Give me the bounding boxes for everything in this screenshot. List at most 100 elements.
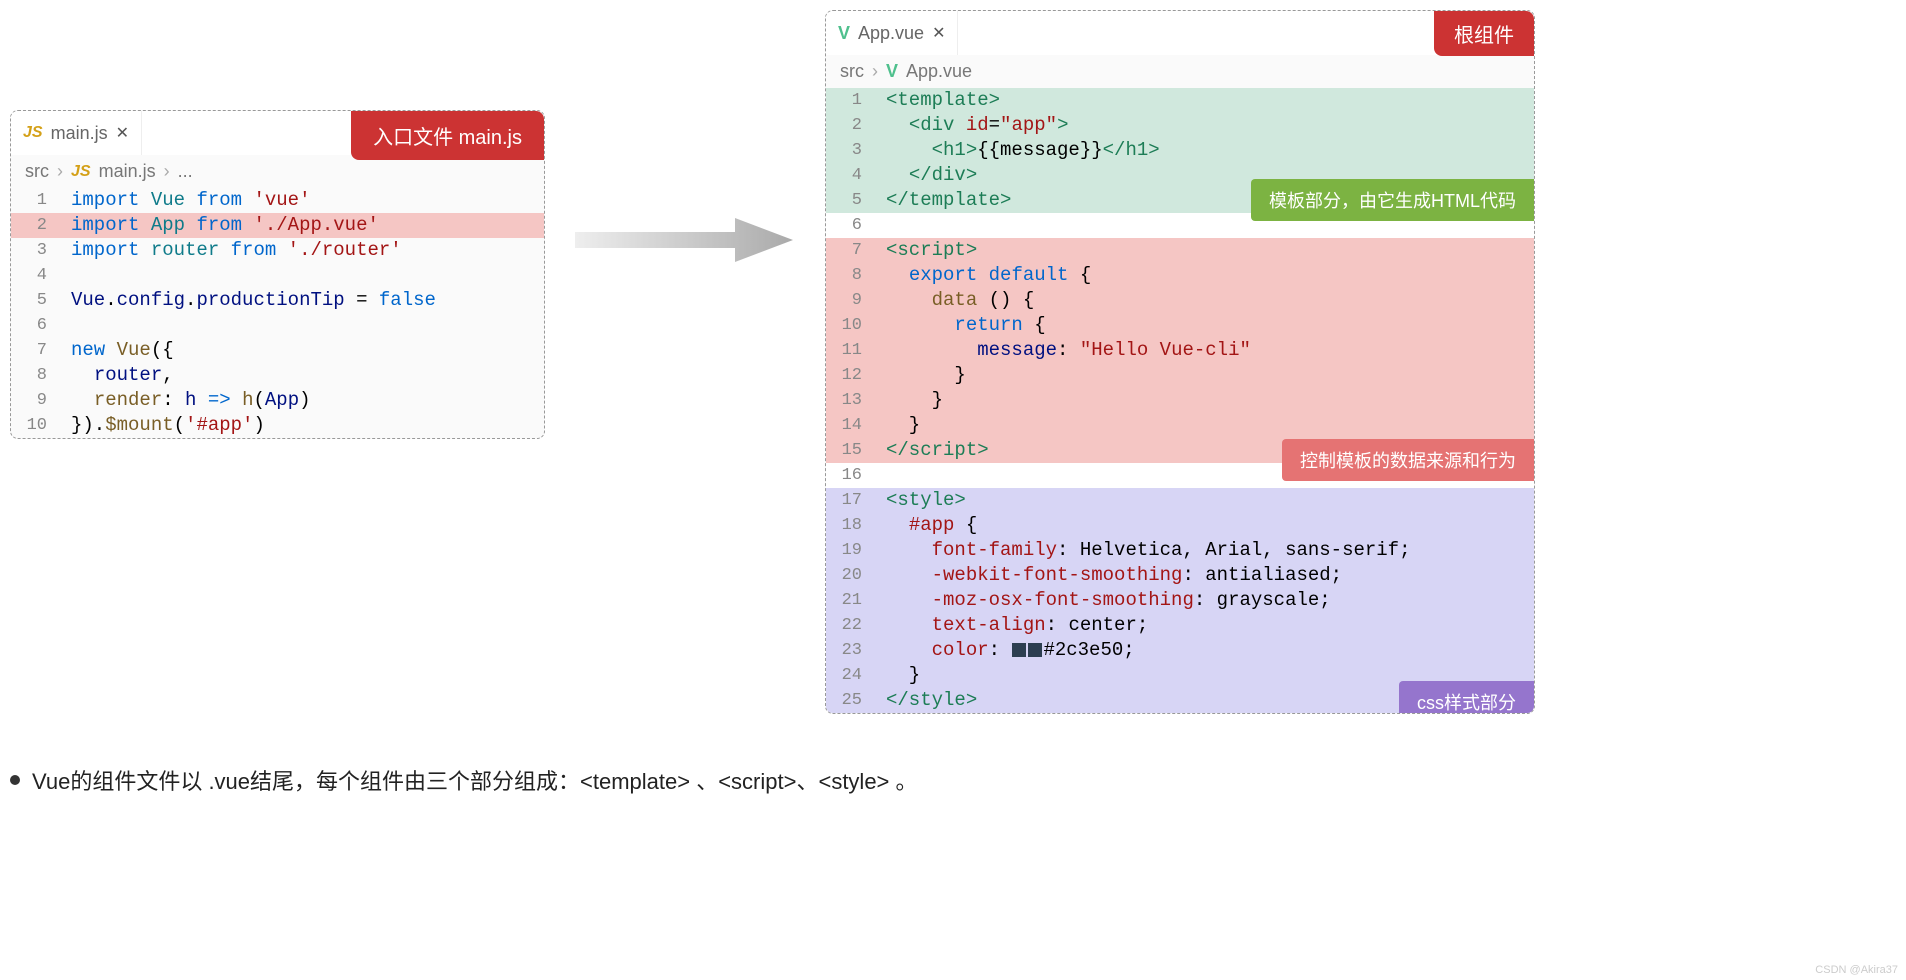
code-text[interactable]: } — [878, 388, 1534, 413]
code-text[interactable]: data () { — [878, 288, 1534, 313]
code-text[interactable]: } — [878, 363, 1534, 388]
code-line[interactable]: 12 } — [826, 363, 1534, 388]
code-line[interactable]: 1import Vue from 'vue' — [11, 188, 544, 213]
code-text[interactable]: import App from './App.vue' — [63, 213, 544, 238]
label-script: 控制模板的数据来源和行为 — [1282, 439, 1534, 481]
vue-icon: V — [886, 61, 898, 82]
code-line[interactable]: 22 text-align: center; — [826, 613, 1534, 638]
code-text[interactable] — [63, 263, 544, 288]
code-line[interactable]: 23 color: #2c3e50; — [826, 638, 1534, 663]
breadcrumb[interactable]: src › V App.vue — [826, 55, 1534, 88]
code-text[interactable]: <div id="app"> — [878, 113, 1534, 138]
code-text[interactable]: Vue.config.productionTip = false — [63, 288, 544, 313]
tab-appvue[interactable]: V App.vue ✕ — [826, 11, 958, 55]
line-number: 2 — [826, 113, 878, 138]
arrow-right-icon — [575, 210, 795, 270]
line-number: 10 — [11, 413, 63, 438]
line-number: 10 — [826, 313, 878, 338]
line-number: 24 — [826, 663, 878, 688]
code-line[interactable]: 9 data () { — [826, 288, 1534, 313]
code-text[interactable]: return { — [878, 313, 1534, 338]
code-line[interactable]: 17<style> — [826, 488, 1534, 513]
badge-root-component: 根组件 — [1434, 11, 1534, 56]
code-line[interactable]: 10 return { — [826, 313, 1534, 338]
close-icon[interactable]: ✕ — [116, 123, 129, 143]
code-line[interactable]: 7new Vue({ — [11, 338, 544, 363]
code-text[interactable]: <template> — [878, 88, 1534, 113]
label-style: css样式部分 — [1399, 681, 1534, 714]
code-text[interactable]: <style> — [878, 488, 1534, 513]
tab-bar: V App.vue ✕ — [826, 11, 1534, 55]
line-number: 21 — [826, 588, 878, 613]
line-number: 6 — [11, 313, 63, 338]
breadcrumb-seg: src — [25, 161, 49, 182]
chevron-right-icon: › — [57, 161, 63, 182]
code-line[interactable]: 14 } — [826, 413, 1534, 438]
code-text[interactable]: font-family: Helvetica, Arial, sans-seri… — [878, 538, 1534, 563]
code-line[interactable]: 21 -moz-osx-font-smoothing: grayscale; — [826, 588, 1534, 613]
breadcrumb-seg: ... — [178, 161, 193, 182]
line-number: 14 — [826, 413, 878, 438]
code-line[interactable]: 3import router from './router' — [11, 238, 544, 263]
code-text[interactable]: color: #2c3e50; — [878, 638, 1534, 663]
line-number: 1 — [11, 188, 63, 213]
code-text[interactable]: <h1>{{message}}</h1> — [878, 138, 1534, 163]
code-text[interactable]: -webkit-font-smoothing: antialiased; — [878, 563, 1534, 588]
line-number: 11 — [826, 338, 878, 363]
code-text[interactable]: <script> — [878, 238, 1534, 263]
line-number: 12 — [826, 363, 878, 388]
code-text[interactable]: text-align: center; — [878, 613, 1534, 638]
code-line[interactable]: 2 <div id="app"> — [826, 113, 1534, 138]
code-text[interactable]: #app { — [878, 513, 1534, 538]
code-line[interactable]: 1<template> — [826, 88, 1534, 113]
line-number: 20 — [826, 563, 878, 588]
code-text[interactable]: router, — [63, 363, 544, 388]
bullet-icon — [10, 775, 20, 785]
code-text[interactable]: new Vue({ — [63, 338, 544, 363]
code-line[interactable]: 8 export default { — [826, 263, 1534, 288]
code-line[interactable]: 13 } — [826, 388, 1534, 413]
editor-appvue: 根组件 V App.vue ✕ src › V App.vue 1<templa… — [825, 10, 1535, 714]
close-icon[interactable]: ✕ — [932, 23, 945, 43]
code-line[interactable]: 10}).$mount('#app') — [11, 413, 544, 438]
chevron-right-icon: › — [872, 61, 878, 82]
code-text[interactable]: }).$mount('#app') — [63, 413, 544, 438]
line-number: 5 — [11, 288, 63, 313]
code-line[interactable]: 6 — [11, 313, 544, 338]
line-number: 8 — [11, 363, 63, 388]
line-number: 7 — [11, 338, 63, 363]
line-number: 6 — [826, 213, 878, 238]
line-number: 4 — [11, 263, 63, 288]
code-text[interactable]: render: h => h(App) — [63, 388, 544, 413]
code-line[interactable]: 19 font-family: Helvetica, Arial, sans-s… — [826, 538, 1534, 563]
code-line[interactable]: 5Vue.config.productionTip = false — [11, 288, 544, 313]
code-text[interactable]: import router from './router' — [63, 238, 544, 263]
tab-label: App.vue — [858, 23, 924, 44]
code-line[interactable]: 8 router, — [11, 363, 544, 388]
code-line[interactable]: 7<script> — [826, 238, 1534, 263]
code-line[interactable]: 9 render: h => h(App) — [11, 388, 544, 413]
code-line[interactable]: 11 message: "Hello Vue-cli" — [826, 338, 1534, 363]
code-area[interactable]: 1import Vue from 'vue'2import App from '… — [11, 188, 544, 438]
tab-label: main.js — [51, 123, 108, 144]
code-line[interactable]: 2import App from './App.vue' — [11, 213, 544, 238]
line-number: 19 — [826, 538, 878, 563]
code-text[interactable]: import Vue from 'vue' — [63, 188, 544, 213]
line-number: 4 — [826, 163, 878, 188]
code-text[interactable]: } — [878, 413, 1534, 438]
code-text[interactable] — [63, 313, 544, 338]
line-number: 5 — [826, 188, 878, 213]
line-number: 3 — [11, 238, 63, 263]
code-text[interactable]: -moz-osx-font-smoothing: grayscale; — [878, 588, 1534, 613]
tab-mainjs[interactable]: JS main.js ✕ — [11, 111, 142, 155]
code-line[interactable]: 20 -webkit-font-smoothing: antialiased; — [826, 563, 1534, 588]
line-number: 13 — [826, 388, 878, 413]
code-line[interactable]: 3 <h1>{{message}}</h1> — [826, 138, 1534, 163]
code-text[interactable]: message: "Hello Vue-cli" — [878, 338, 1534, 363]
label-template: 模板部分，由它生成HTML代码 — [1251, 179, 1534, 221]
breadcrumb-seg: App.vue — [906, 61, 972, 82]
code-text[interactable]: export default { — [878, 263, 1534, 288]
code-line[interactable]: 4 — [11, 263, 544, 288]
code-line[interactable]: 18 #app { — [826, 513, 1534, 538]
watermark: CSDN @Akira37 — [1815, 964, 1898, 976]
